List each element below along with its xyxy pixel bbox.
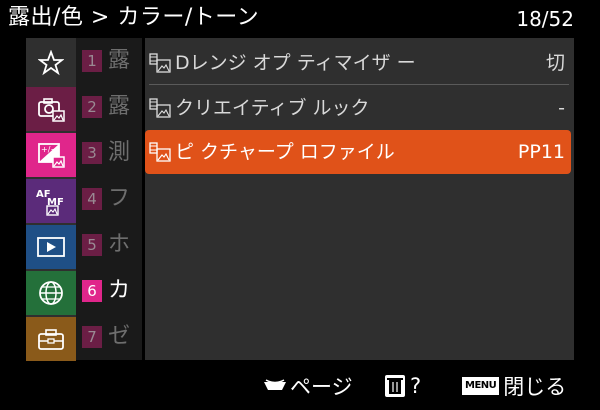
- sidebar-item-setup[interactable]: [26, 317, 76, 361]
- row-separator: [149, 84, 569, 85]
- menu-key-icon: MENU: [462, 377, 500, 395]
- menu-item-list: Dレンジ オプ ティマイザ ー 切 クリエイティブ ルック - ピ クチャープ …: [145, 38, 574, 360]
- category-label: 測: [108, 140, 131, 165]
- delete-help-hint[interactable]: ?: [384, 372, 421, 400]
- category-item-7[interactable]: 7 ゼ: [76, 314, 142, 360]
- toolbox-icon: [38, 329, 64, 350]
- category-number: 6: [82, 280, 102, 302]
- category-number: 7: [82, 326, 102, 348]
- playback-icon: [37, 237, 65, 257]
- sidebar-item-network[interactable]: [26, 271, 76, 315]
- category-list: 1 露 2 露 3 測 4 フ 5 ホ 6 カ 7 ゼ: [76, 38, 142, 360]
- sidebar-item-playback[interactable]: [26, 225, 76, 269]
- menu-item-value: -: [558, 97, 565, 119]
- star-icon: [38, 50, 64, 76]
- photo-movie-icon: [149, 98, 171, 118]
- header-bar: 露出/色 > カラー/トーン 18/52: [0, 0, 600, 38]
- menu-panel: +/− AF MF 1 露 2 露 3 測 4 フ 5 ホ 6 カ 7 ゼ Dレ…: [26, 38, 574, 361]
- sidebar: +/− AF MF: [26, 38, 76, 361]
- photo-movie-icon: [149, 142, 171, 162]
- menu-item-picture-profile[interactable]: ピ クチャープ ロファイル PP11: [145, 130, 571, 174]
- category-item-4[interactable]: 4 フ: [76, 176, 142, 222]
- menu-item-creative-look[interactable]: クリエイティブ ルック -: [145, 86, 571, 130]
- page-count: 18/52: [516, 7, 574, 31]
- menu-item-label: クリエイティブ ルック: [175, 97, 370, 119]
- menu-item-value: 切: [545, 52, 565, 74]
- category-item-6[interactable]: 6 カ: [76, 268, 142, 314]
- exposure-color-icon: +/−: [38, 143, 65, 168]
- category-number: 3: [82, 142, 102, 164]
- camera-photo-icon: [38, 98, 65, 122]
- close-menu-hint[interactable]: MENU 閉じる: [462, 372, 566, 400]
- page-title: 露出/色 > カラー/トーン: [8, 5, 260, 30]
- menu-item-label: Dレンジ オプ ティマイザ ー: [175, 52, 416, 74]
- photo-movie-icon: [149, 53, 171, 73]
- category-item-2[interactable]: 2 露: [76, 84, 142, 130]
- category-number: 2: [82, 96, 102, 118]
- category-label: ホ: [108, 232, 131, 257]
- svg-text:+/−: +/−: [41, 145, 57, 154]
- category-label: カ: [108, 278, 131, 303]
- category-label: 露: [108, 48, 131, 73]
- category-label: フ: [108, 186, 131, 211]
- category-item-3[interactable]: 3 測: [76, 130, 142, 176]
- page-nav-hint[interactable]: ページ: [262, 372, 353, 400]
- menu-item-value: PP11: [517, 141, 565, 163]
- sidebar-item-focus[interactable]: AF MF: [26, 179, 76, 223]
- sidebar-item-shooting[interactable]: [26, 87, 76, 131]
- category-item-5[interactable]: 5 ホ: [76, 222, 142, 268]
- control-wheel-icon: [264, 379, 286, 390]
- category-label: 露: [108, 94, 131, 119]
- footer-bar: ページ ? MENU 閉じる: [0, 360, 600, 410]
- category-item-1[interactable]: 1 露: [76, 38, 142, 84]
- menu-item-label: ピ クチャープ ロファイル: [175, 141, 395, 163]
- trash-icon: [385, 375, 405, 397]
- help-label: ?: [410, 374, 422, 398]
- network-globe-icon: [39, 281, 63, 305]
- sidebar-item-mymenu[interactable]: [26, 41, 76, 85]
- af-mf-icon: AF MF: [36, 189, 64, 216]
- sidebar-item-exposure-color[interactable]: +/−: [26, 133, 76, 177]
- page-hint-label: ページ: [290, 375, 353, 399]
- category-number: 1: [82, 50, 102, 72]
- category-number: 4: [82, 188, 102, 210]
- category-number: 5: [82, 234, 102, 256]
- close-label: 閉じる: [503, 375, 567, 399]
- category-label: ゼ: [108, 324, 131, 349]
- menu-item-dro[interactable]: Dレンジ オプ ティマイザ ー 切: [145, 41, 571, 85]
